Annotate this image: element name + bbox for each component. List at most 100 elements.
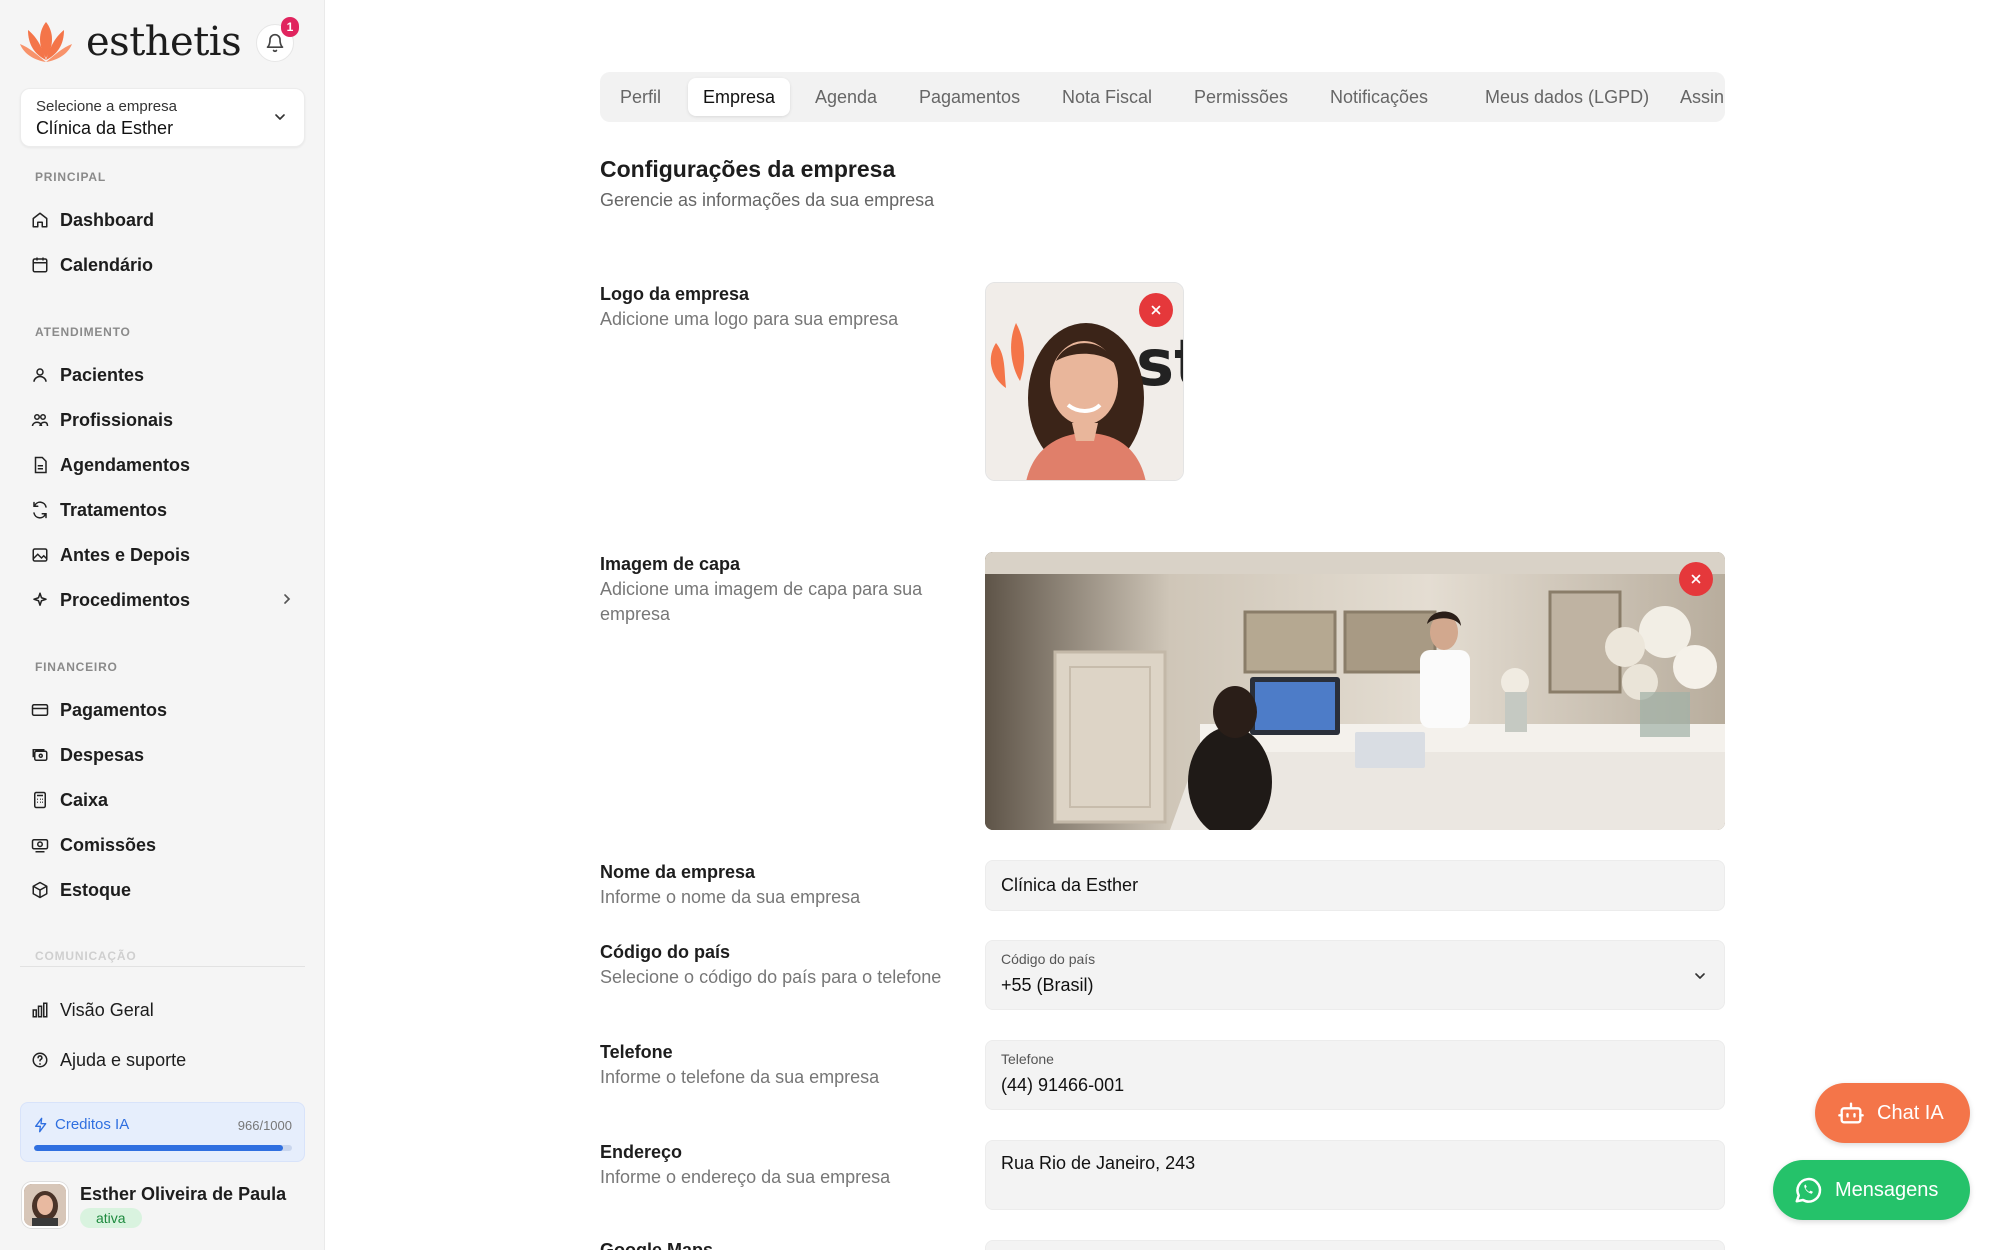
company-name-input[interactable]: Clínica da Esther — [985, 860, 1725, 911]
sidebar-item-procedimentos[interactable]: Procedimentos — [30, 582, 305, 618]
sidebar-item-label: Visão Geral — [60, 999, 154, 1020]
remove-logo-button[interactable] — [1139, 293, 1173, 327]
lotus-logo-icon — [20, 22, 72, 62]
help-icon — [30, 1050, 50, 1070]
tab-permissoes[interactable]: Permissões — [1179, 78, 1303, 116]
sidebar-item-profissionais[interactable]: Profissionais — [30, 402, 305, 438]
sidebar-item-caixa[interactable]: Caixa — [30, 782, 305, 818]
company-logo-upload[interactable]: st — [985, 282, 1184, 481]
chevron-down-icon — [275, 114, 285, 120]
sidebar-item-label: Procedimentos — [60, 589, 191, 610]
box-icon — [30, 880, 50, 900]
tab-assinatura[interactable]: Assin — [1665, 78, 1725, 116]
chevron-down-icon — [1695, 973, 1705, 979]
chevron-right-icon — [284, 594, 291, 604]
sidebar-divider — [20, 966, 305, 967]
settings-tabs: Perfil Empresa Agenda Pagamentos Nota Fi… — [600, 72, 1725, 122]
sidebar-item-pacientes[interactable]: Pacientes — [30, 357, 305, 393]
file-icon — [30, 455, 50, 475]
section-title-atendimento: ATENDIMENTO — [35, 325, 131, 339]
sidebar: esthetis 1 Selecione a empresa Clínica d… — [0, 0, 325, 1250]
cover-image-upload[interactable] — [985, 552, 1725, 830]
image-icon — [30, 545, 50, 565]
ai-credits[interactable]: Creditos IA 966/1000 — [20, 1102, 305, 1162]
google-maps-input[interactable] — [985, 1240, 1725, 1250]
messages-button[interactable]: Mensagens — [1773, 1160, 1970, 1220]
sidebar-item-label: Despesas — [60, 744, 145, 765]
address-description: Informe o endereço da sua empresa — [600, 1167, 891, 1187]
address-input[interactable]: Rua Rio de Janeiro, 243 — [985, 1140, 1725, 1210]
phone-input[interactable]: Telefone (44) 91466-001 — [985, 1040, 1725, 1110]
sidebar-item-agendamentos[interactable]: Agendamentos — [30, 447, 305, 483]
tab-pagamentos[interactable]: Pagamentos — [904, 78, 1035, 116]
logo-description: Adicione uma logo para sua empresa — [600, 309, 899, 329]
company-select[interactable]: Selecione a empresa Clínica da Esther — [20, 88, 305, 147]
sidebar-item-dashboard[interactable]: Dashboard — [30, 202, 305, 238]
tab-meus-dados[interactable]: Meus dados (LGPD) — [1470, 78, 1664, 116]
bell-icon — [266, 33, 284, 53]
sparkles-icon — [30, 590, 50, 610]
address-value: Rua Rio de Janeiro, 243 — [1001, 1153, 1196, 1173]
country-code-select[interactable]: Código do país +55 (Brasil) — [985, 940, 1725, 1010]
address-label: Endereço — [600, 1142, 683, 1162]
sidebar-item-label: Ajuda e suporte — [60, 1049, 187, 1070]
calculator-icon — [30, 790, 50, 810]
sidebar-item-label: Estoque — [60, 879, 132, 900]
country-code-value: +55 (Brasil) — [1001, 975, 1094, 995]
receipt-icon — [30, 745, 50, 765]
section-title-comunicacao: COMUNICAÇÃO — [35, 949, 137, 963]
user-icon — [30, 365, 50, 385]
chart-icon — [30, 1000, 50, 1020]
notification-badge: 1 — [281, 17, 299, 37]
page-title: Configurações da empresa — [600, 156, 896, 182]
calendar-icon — [30, 255, 50, 275]
sidebar-item-antes-e-depois[interactable]: Antes e Depois — [30, 537, 305, 573]
remove-cover-button[interactable] — [1679, 562, 1713, 596]
users-icon — [30, 410, 50, 430]
sidebar-item-label: Antes e Depois — [60, 544, 191, 565]
tab-agenda[interactable]: Agenda — [800, 78, 892, 116]
sidebar-item-visao-geral[interactable]: Visão Geral — [30, 992, 305, 1028]
company-select-label: Selecione a empresa — [36, 98, 177, 115]
sidebar-item-despesas[interactable]: Despesas — [30, 737, 305, 773]
chat-ia-button[interactable]: Chat IA — [1815, 1083, 1970, 1143]
sidebar-item-label: Comissões — [60, 834, 157, 855]
banknote-icon — [30, 835, 50, 855]
sidebar-item-estoque[interactable]: Estoque — [30, 872, 305, 908]
lightning-icon — [35, 1117, 47, 1132]
ai-credits-text: Creditos IA — [55, 1116, 130, 1133]
notifications-button[interactable]: 1 — [256, 17, 299, 62]
user-profile[interactable]: Esther Oliveira de Paula ativa — [20, 1180, 305, 1235]
logo-label: Logo da empresa — [600, 284, 750, 304]
sidebar-item-comissoes[interactable]: Comissões — [30, 827, 305, 863]
google-maps-label: Google Maps — [600, 1240, 714, 1250]
close-icon — [1691, 574, 1701, 584]
country-code-field-label: Código do país — [1001, 951, 1096, 967]
whatsapp-icon — [1795, 1177, 1822, 1203]
sidebar-item-calendario[interactable]: Calendário — [30, 247, 305, 283]
sidebar-item-label: Dashboard — [60, 209, 155, 230]
sidebar-item-pagamentos[interactable]: Pagamentos — [30, 692, 305, 728]
tab-notificacoes[interactable]: Notificações — [1315, 78, 1443, 116]
ai-credits-value: 966/1000 — [237, 1118, 292, 1133]
sidebar-item-tratamentos[interactable]: Tratamentos — [30, 492, 305, 528]
company-name-value: Clínica da Esther — [1001, 875, 1139, 895]
ai-credits-label: Creditos IA — [33, 1116, 129, 1133]
company-select-value: Clínica da Esther — [36, 118, 174, 138]
tab-empresa[interactable]: Empresa — [688, 78, 791, 116]
sidebar-item-label: Profissionais — [60, 409, 174, 430]
sidebar-item-label: Pagamentos — [60, 699, 168, 720]
country-code-description: Selecione o código do país para o telefo… — [600, 967, 942, 987]
tab-nota-fiscal[interactable]: Nota Fiscal — [1047, 78, 1167, 116]
messages-label: Mensagens — [1835, 1178, 1939, 1201]
chat-ia-label: Chat IA — [1877, 1101, 1944, 1124]
cover-label: Imagem de capa — [600, 554, 741, 574]
ai-credits-progress-fill — [34, 1145, 284, 1151]
tab-perfil[interactable]: Perfil — [605, 78, 676, 116]
brand[interactable]: esthetis — [18, 18, 242, 66]
sidebar-item-label: Calendário — [60, 254, 154, 275]
close-icon — [1151, 305, 1161, 315]
sidebar-item-ajuda-e-suporte[interactable]: Ajuda e suporte — [30, 1042, 305, 1078]
refresh-icon — [30, 500, 50, 520]
phone-label: Telefone — [600, 1042, 673, 1062]
